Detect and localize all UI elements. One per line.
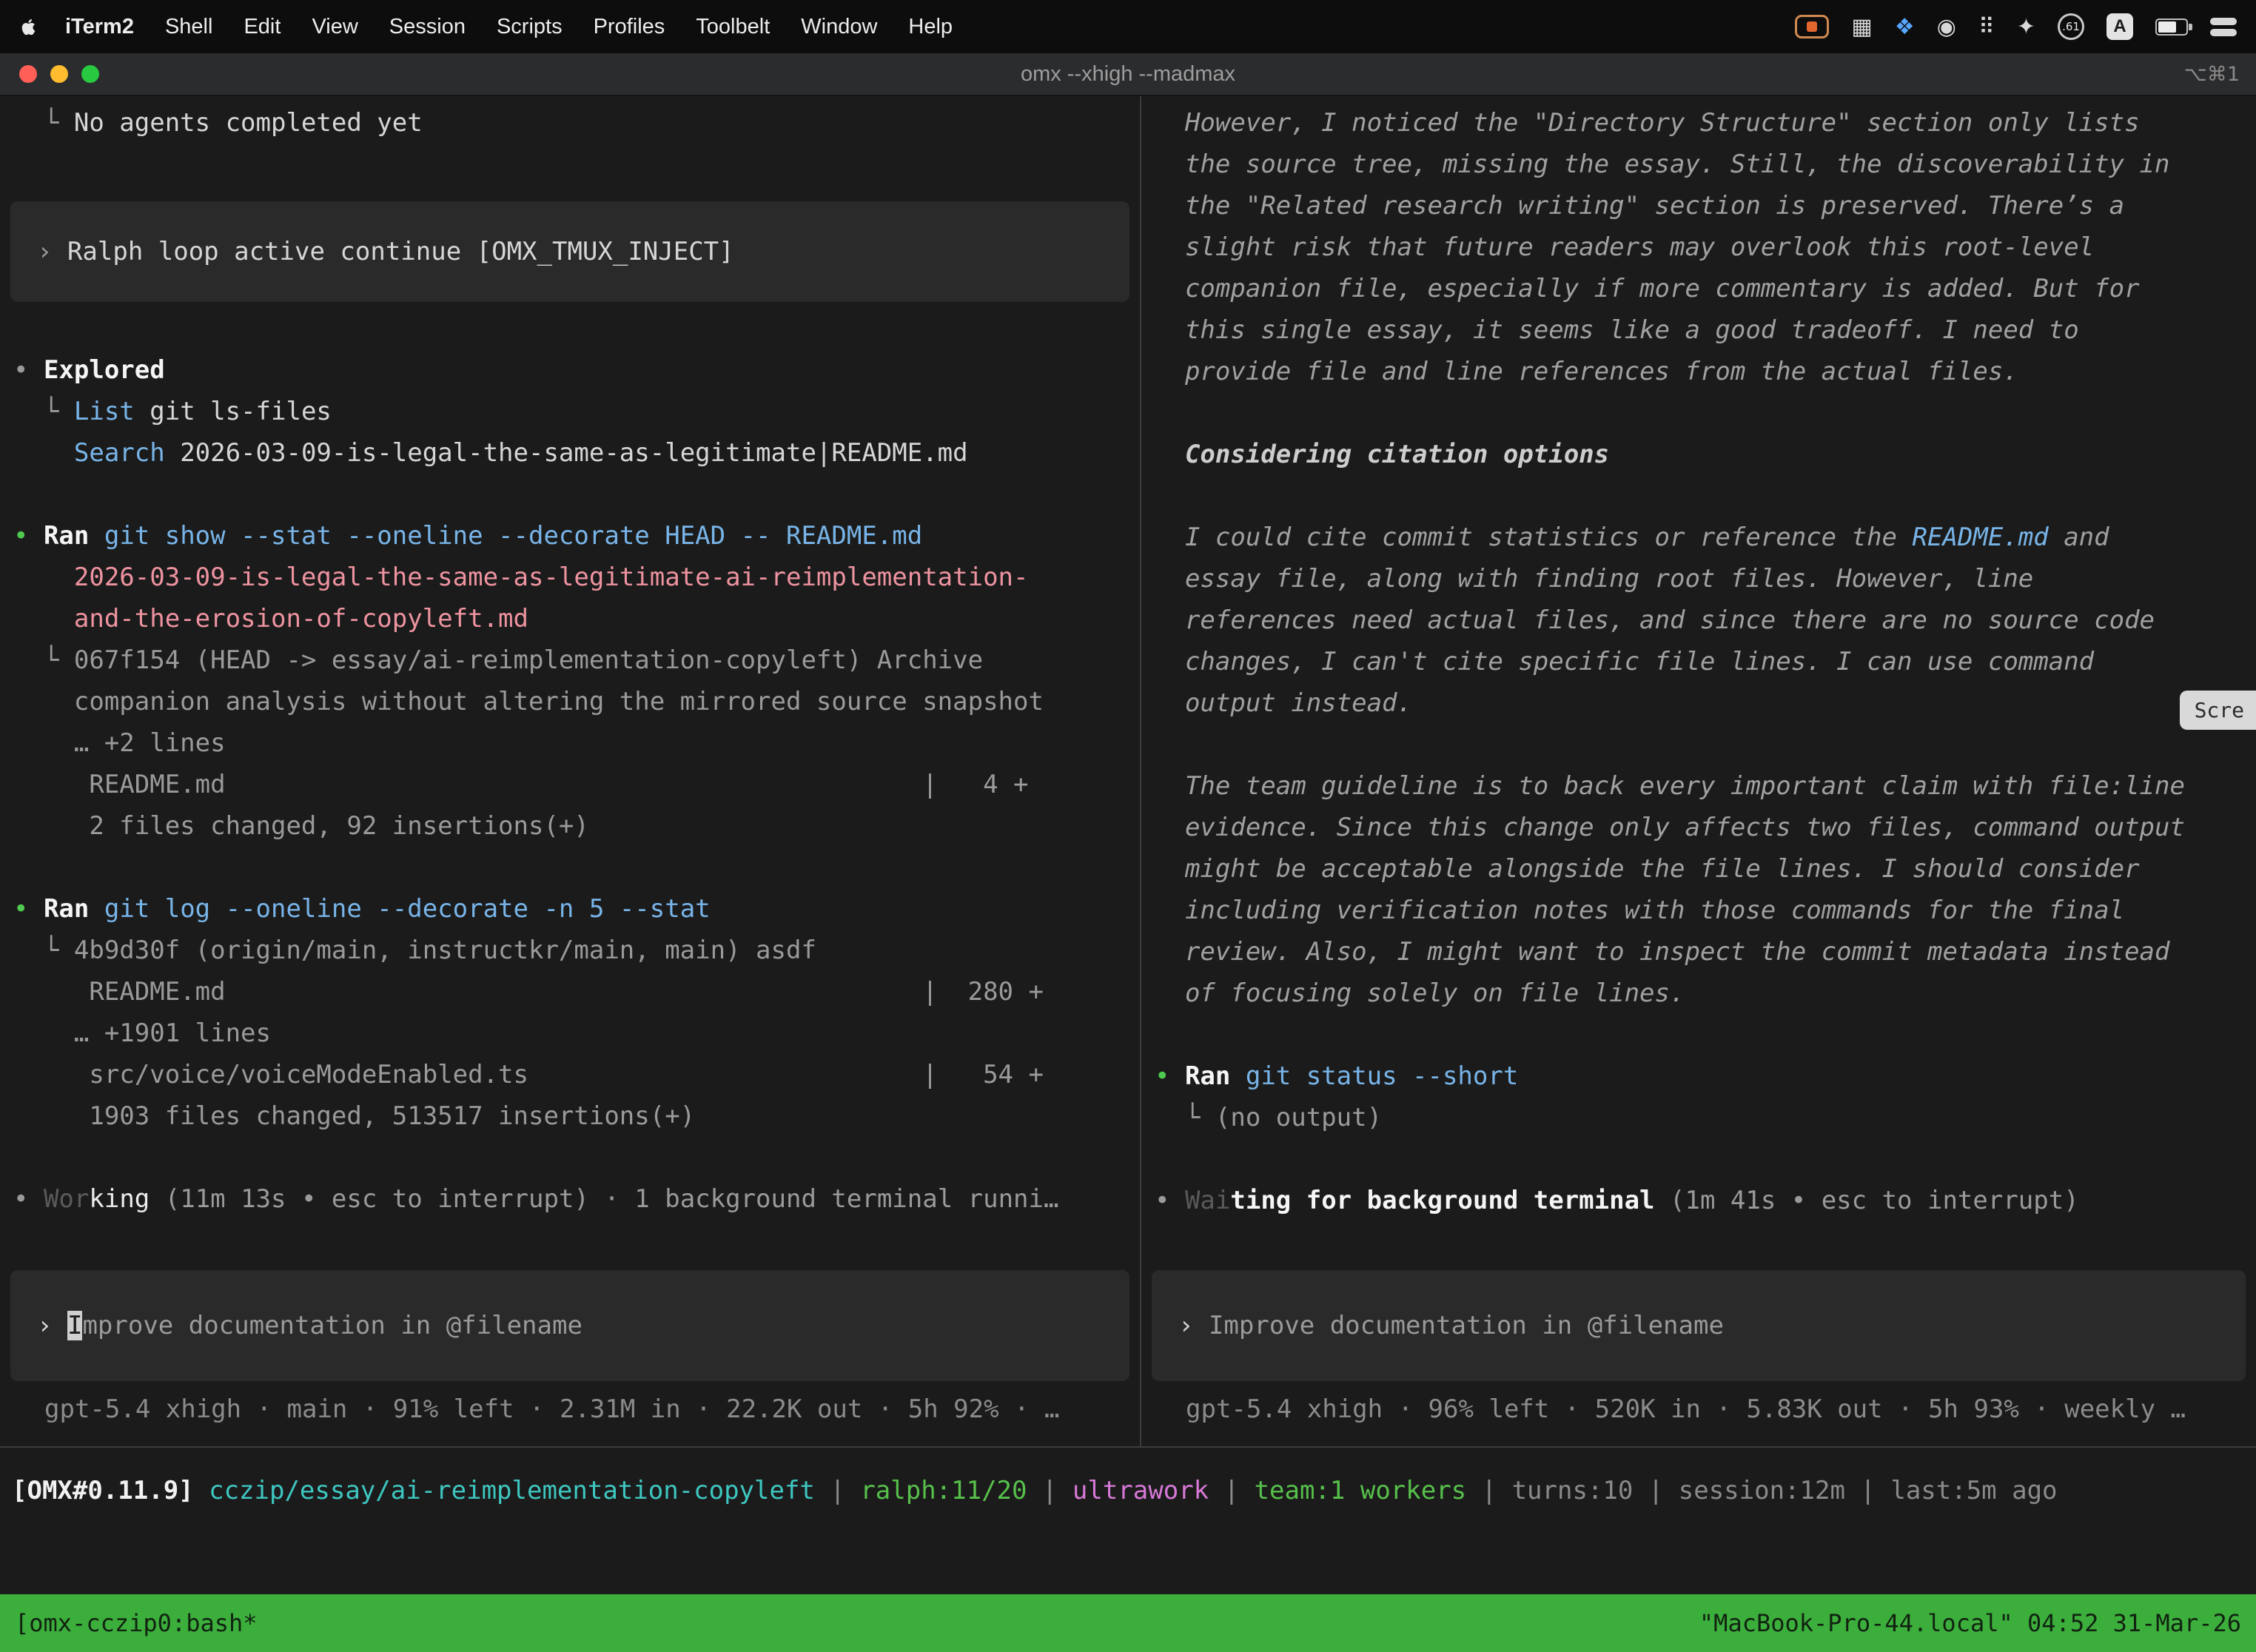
round-app-icon[interactable]: ◉ xyxy=(1937,14,1956,40)
terminal-line: └ List git ls-files xyxy=(0,391,1140,432)
left-terminal-output: └ No agents completed yet › Ralph loop ac… xyxy=(0,96,1140,1220)
terminal-line: references need actual files, and since … xyxy=(1141,600,2256,641)
terminal-line: companion file, especially if more comme… xyxy=(1141,268,2256,309)
menu-item-shell[interactable]: Shell xyxy=(150,15,229,38)
terminal-line: output instead. xyxy=(1141,682,2256,724)
window-title-bar[interactable]: omx --xhigh --madmax ⌥⌘1 xyxy=(0,53,2256,96)
right-pane-footer: › Improve documentation in @filename gpt… xyxy=(1141,1270,2256,1430)
prompt-input-left[interactable]: › Improve documentation in @filename xyxy=(10,1270,1129,1381)
terminal-line: Considering citation options xyxy=(1141,434,2256,475)
minimize-button[interactable] xyxy=(50,65,68,83)
left-terminal-pane[interactable]: └ No agents completed yet › Ralph loop ac… xyxy=(0,96,1140,1446)
left-pane-footer: › Improve documentation in @filename gpt… xyxy=(0,1270,1140,1430)
terminal-line: └ No agents completed yet xyxy=(0,102,1140,144)
terminal-line: 1903 files changed, 513517 insertions(+) xyxy=(0,1095,1140,1137)
omx-status-bar: [OMX#0.11.9] cczip/essay/ai-reimplementa… xyxy=(0,1448,2256,1534)
menu-item-view[interactable]: View xyxy=(296,15,373,38)
terminal-line: Search 2026-03-09-is-legal-the-same-as-l… xyxy=(0,432,1140,474)
terminal-line xyxy=(1141,1138,2256,1180)
terminal-line: and-the-erosion-of-copyleft.md xyxy=(0,598,1140,639)
terminal-line xyxy=(1141,724,2256,765)
tmux-clock-label: "MacBook-Pro-44.local" 04:52 31-Mar-26 xyxy=(1699,1609,2241,1637)
terminal-line: the source tree, missing the essay. Stil… xyxy=(1141,144,2256,185)
battery-icon[interactable] xyxy=(2155,19,2188,36)
terminal-line: this single essay, it seems like a good … xyxy=(1141,309,2256,351)
terminal-line: … +1901 lines xyxy=(0,1013,1140,1054)
menu-bar-status-area: ▦ ❖ ◉ ⠿ ✦ .61 A xyxy=(1795,13,2237,40)
terminal-line xyxy=(0,474,1140,515)
right-terminal-pane[interactable]: However, I noticed the "Directory Struct… xyxy=(1141,96,2256,1446)
menu-item-window[interactable]: Window xyxy=(785,15,893,38)
prompt-input-right[interactable]: › Improve documentation in @filename xyxy=(1152,1270,2246,1381)
terminal-line: • Explored xyxy=(0,349,1140,391)
menu-bar: iTerm2 ShellEditViewSessionScriptsProfil… xyxy=(0,0,2256,53)
menu-item-help[interactable]: Help xyxy=(893,15,968,38)
menu-item-edit[interactable]: Edit xyxy=(228,15,296,38)
terminal-line: I could cite commit statistics or refere… xyxy=(1141,517,2256,558)
menu-item-profiles[interactable]: Profiles xyxy=(578,15,681,38)
terminal-line xyxy=(0,1137,1140,1178)
menu-item-scripts[interactable]: Scripts xyxy=(481,15,578,38)
terminal-line xyxy=(1141,392,2256,434)
key-icon[interactable]: ✦ xyxy=(2017,14,2035,40)
terminal-line xyxy=(1141,1014,2256,1055)
screen-edge-tooltip[interactable]: Scre xyxy=(2180,691,2256,730)
terminal-line: provide file and line references from th… xyxy=(1141,351,2256,392)
right-terminal-output: However, I noticed the "Directory Struct… xyxy=(1141,96,2256,1221)
terminal-line: • Waiting for background terminal (1m 41… xyxy=(1141,1180,2256,1221)
terminal-line: companion analysis without altering the … xyxy=(0,681,1140,722)
zoom-button[interactable] xyxy=(81,65,99,83)
window-controls xyxy=(19,65,99,83)
percent-badge-icon[interactable]: .61 xyxy=(2058,13,2084,40)
terminal-line: might be acceptable alongside the file l… xyxy=(1141,848,2256,890)
terminal-line: src/voice/voiceModeEnabled.ts | 54 + xyxy=(0,1054,1140,1095)
terminal-line: of focusing solely on file lines. xyxy=(1141,973,2256,1014)
stats-icon[interactable]: ▦ xyxy=(1851,14,1872,40)
terminal-line: • Working (11m 13s • esc to interrupt) ·… xyxy=(0,1178,1140,1220)
menu-item-toolbelt[interactable]: Toolbelt xyxy=(680,15,785,38)
terminal-line: including verification notes with those … xyxy=(1141,890,2256,931)
input-source-icon[interactable]: A xyxy=(2106,13,2133,40)
terminal-line: • Ran git show --stat --oneline --decora… xyxy=(0,515,1140,557)
tmux-session-label: [omx-cczip0:bash* xyxy=(15,1609,258,1637)
terminal-line: changes, I can't cite specific file line… xyxy=(1141,641,2256,682)
terminal-line xyxy=(1141,475,2256,517)
menu-item-session[interactable]: Session xyxy=(374,15,481,38)
close-button[interactable] xyxy=(19,65,37,83)
terminal-line: … +2 lines xyxy=(0,722,1140,764)
window-title: omx --xhigh --madmax xyxy=(0,62,2256,87)
screen: iTerm2 ShellEditViewSessionScriptsProfil… xyxy=(0,0,2256,1652)
session-status-line-right: gpt-5.4 xhigh · 96% left · 520K in · 5.8… xyxy=(1141,1389,2256,1430)
terminal-line: └ (no output) xyxy=(1141,1097,2256,1138)
session-status-line-left: gpt-5.4 xhigh · main · 91% left · 2.31M … xyxy=(0,1389,1140,1430)
screen-recording-indicator[interactable] xyxy=(1795,15,1829,38)
terminal-line: essay file, along with finding root file… xyxy=(1141,558,2256,600)
tmux-status-bar: [omx-cczip0:bash* "MacBook-Pro-44.local"… xyxy=(0,1594,2256,1652)
dots-grid-icon[interactable]: ⠿ xyxy=(1978,14,1995,40)
inject-banner[interactable]: › Ralph loop active continue [OMX_TMUX_I… xyxy=(10,201,1129,302)
blue-app-icon[interactable]: ❖ xyxy=(1895,14,1915,40)
terminal-line: evidence. Since this change only affects… xyxy=(1141,807,2256,848)
terminal-line: └ 067f154 (HEAD -> essay/ai-reimplementa… xyxy=(0,639,1140,681)
terminal-line xyxy=(0,847,1140,888)
terminal-line: The team guideline is to back every impo… xyxy=(1141,765,2256,807)
terminal-line: 2026-03-09-is-legal-the-same-as-legitima… xyxy=(0,557,1140,598)
control-center-icon[interactable] xyxy=(2210,18,2237,36)
terminal-line: README.md | 4 + xyxy=(0,764,1140,805)
terminal-line: review. Also, I might want to inspect th… xyxy=(1141,931,2256,973)
terminal-line: However, I noticed the "Directory Struct… xyxy=(1141,102,2256,144)
menu-item-iterm2[interactable]: iTerm2 xyxy=(50,15,150,39)
terminal-line: slight risk that future readers may over… xyxy=(1141,226,2256,268)
terminal-line: the "Related research writing" section i… xyxy=(1141,185,2256,226)
window-hotkey-badge: ⌥⌘1 xyxy=(2184,63,2240,86)
terminal-line: • Ran git status --short xyxy=(1141,1055,2256,1097)
apple-menu-icon[interactable] xyxy=(19,17,39,37)
terminal-line: README.md | 280 + xyxy=(0,971,1140,1013)
terminal-line: 2 files changed, 92 insertions(+) xyxy=(0,805,1140,847)
terminal-line: └ 4b9d30f (origin/main, instructkr/main,… xyxy=(0,930,1140,971)
terminal-line: • Ran git log --oneline --decorate -n 5 … xyxy=(0,888,1140,930)
